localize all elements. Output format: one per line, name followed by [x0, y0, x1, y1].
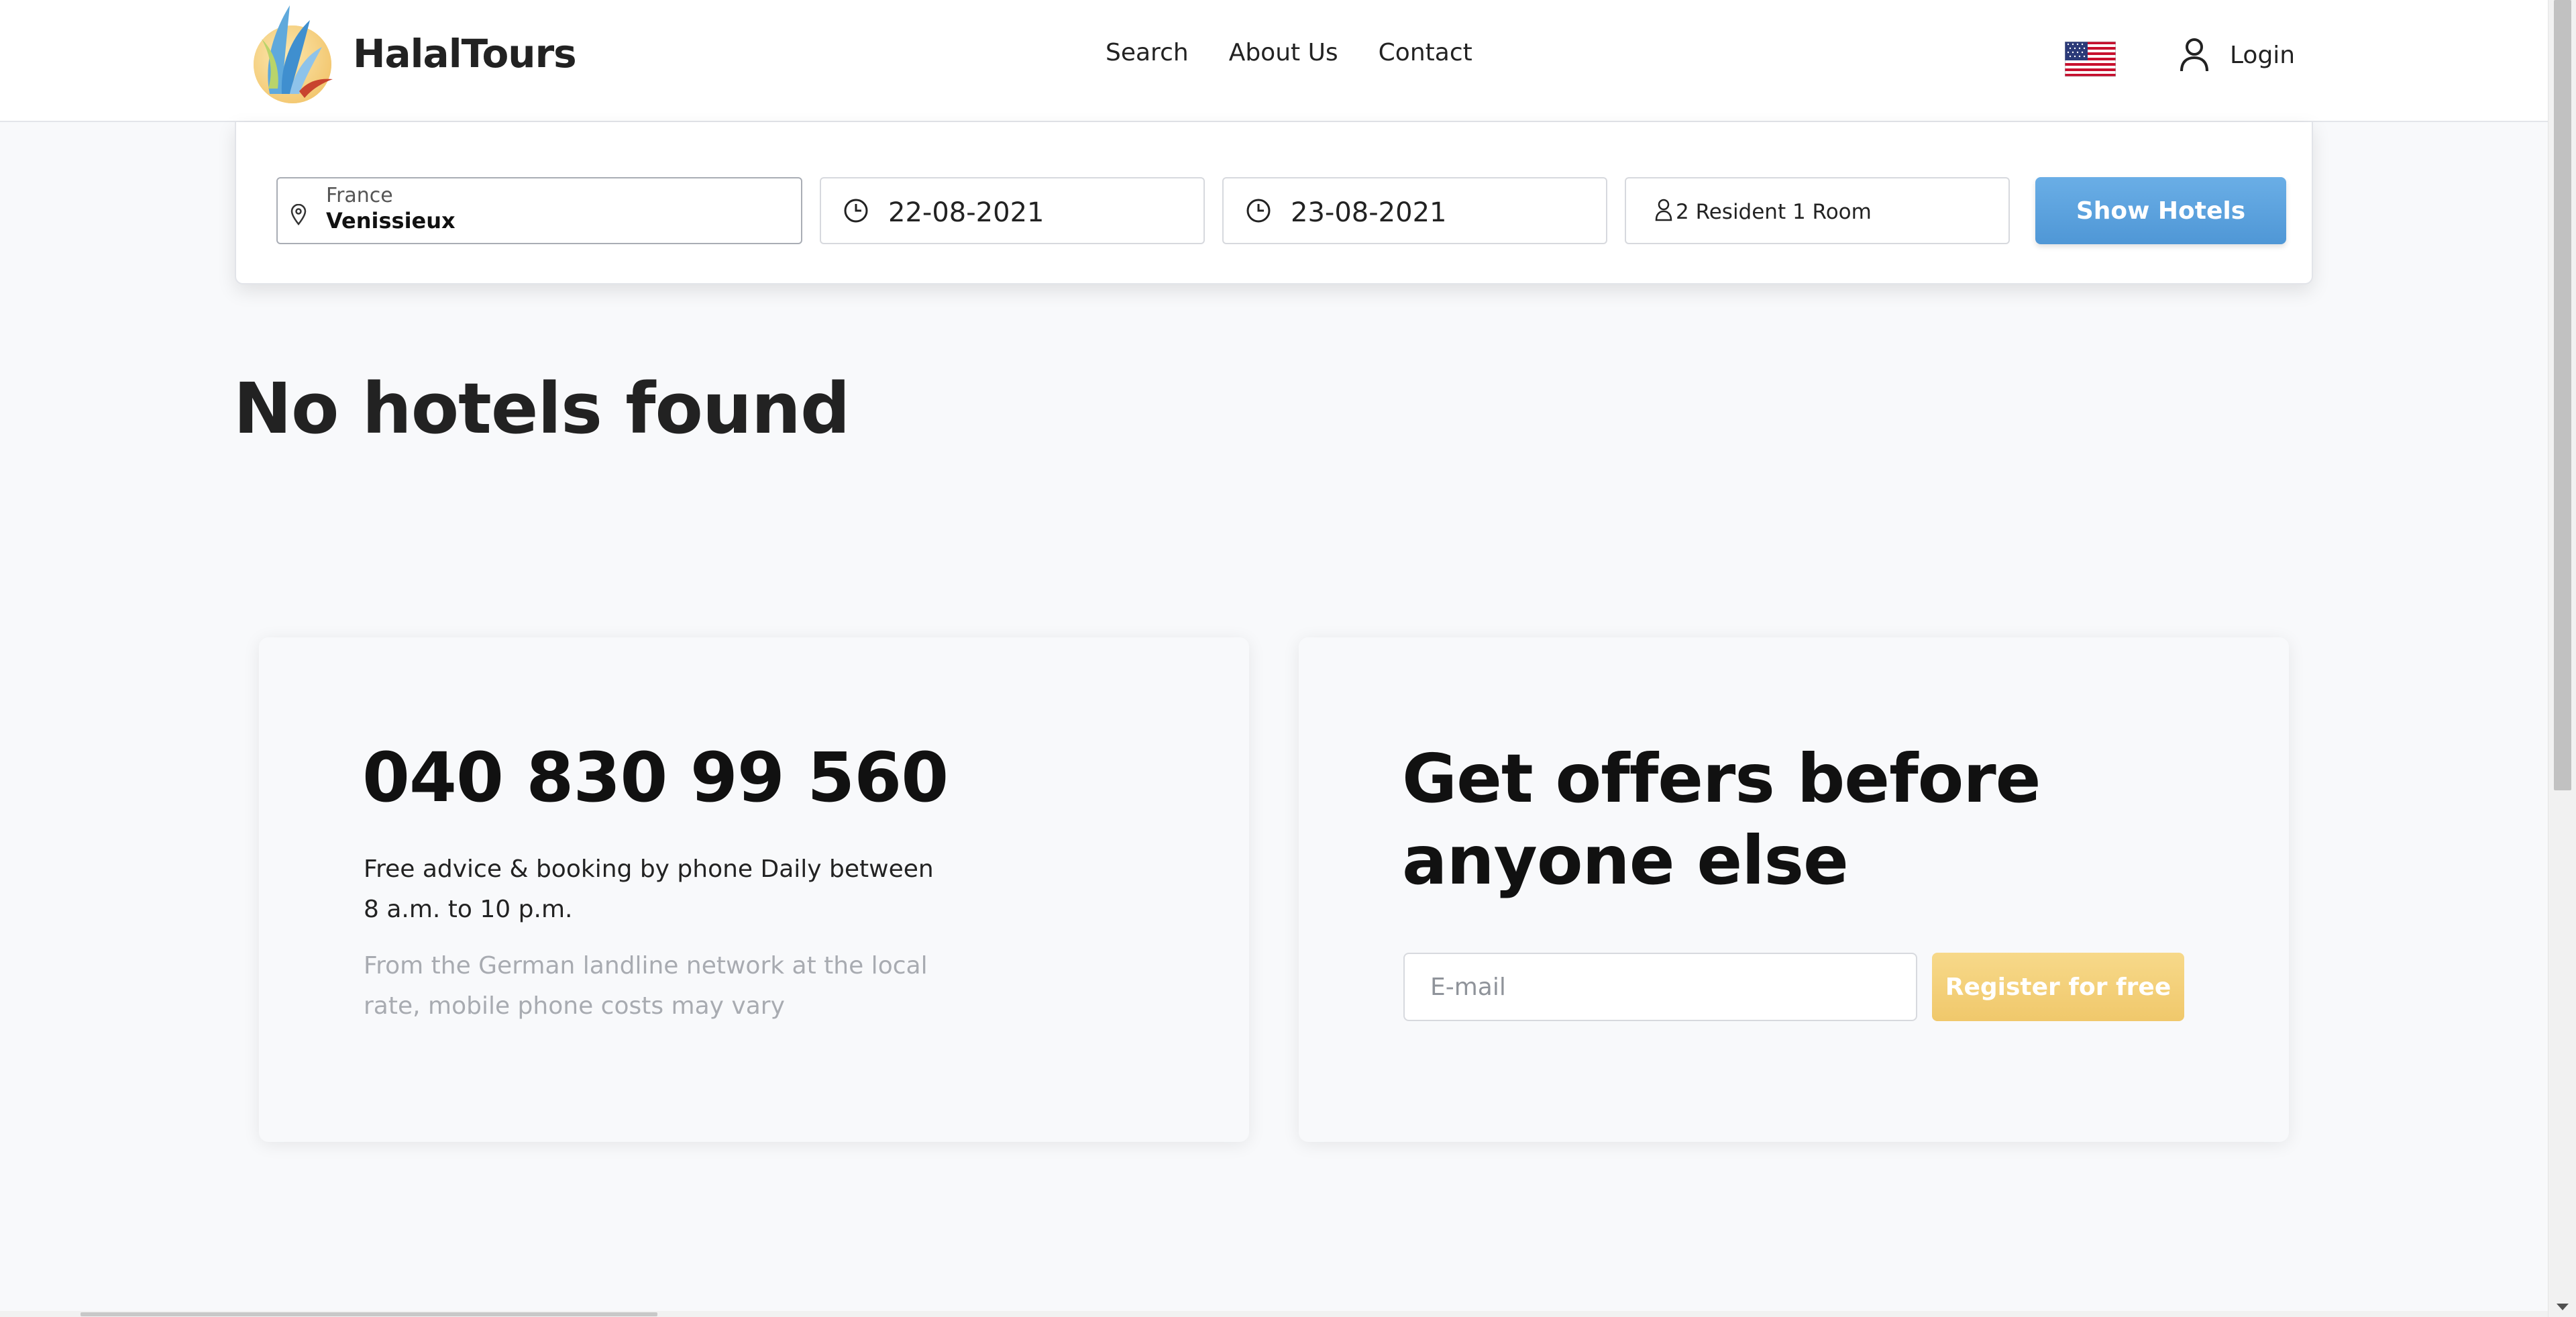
us-flag-icon[interactable] [2065, 42, 2116, 76]
show-hotels-button[interactable]: Show Hotels [2035, 177, 2286, 244]
newsletter-card: Get offers before anyone else Register f… [1299, 637, 2289, 1142]
login-label: Login [2230, 41, 2296, 69]
horizontal-scrollbar-thumb[interactable] [80, 1312, 657, 1316]
halaltours-logo-icon [254, 5, 333, 103]
clock-icon [844, 199, 868, 223]
person-icon [1655, 199, 1672, 221]
no-results-heading: No hotels found [233, 368, 850, 450]
checkin-date: 22-08-2021 [888, 197, 1044, 228]
vertical-scrollbar-thumb[interactable] [2554, 0, 2571, 790]
hotel-search-panel: France Venissieux 22-08-2021 23-08-2021 … [235, 122, 2313, 284]
horizontal-scrollbar[interactable] [0, 1311, 2548, 1317]
phone-rate-note: From the German landline network at the … [364, 952, 928, 1020]
guests-rooms-field[interactable]: 2 Resident 1 Room [1625, 177, 2010, 244]
site-header: HalalTours Search About Us Contact Login [0, 0, 2548, 122]
vertical-scrollbar[interactable] [2548, 0, 2576, 1317]
user-icon [2180, 38, 2208, 72]
phone-hours-text: Free advice & booking by phone Daily bet… [364, 855, 934, 923]
main-nav: Search About Us Contact [1106, 39, 1472, 66]
checkout-date-field[interactable]: 23-08-2021 [1222, 177, 1607, 244]
register-button[interactable]: Register for free [1932, 953, 2184, 1021]
email-input[interactable] [1403, 953, 1917, 1021]
nav-link-about-us[interactable]: About Us [1229, 39, 1338, 66]
destination-country: France [326, 184, 393, 207]
guests-rooms-value: 2 Resident 1 Room [1676, 200, 1872, 224]
nav-link-search[interactable]: Search [1106, 39, 1189, 66]
brand-name: HalalTours [353, 31, 577, 76]
destination-city: Venissieux [326, 208, 455, 233]
phone-contact-card: 040 830 99 560 Free advice & booking by … [259, 637, 1249, 1142]
brand-logo[interactable]: HalalTours [243, 0, 577, 107]
login-button[interactable]: Login [2179, 38, 2295, 72]
clock-icon [1246, 199, 1271, 223]
newsletter-title: Get offers before anyone else [1402, 739, 2041, 900]
destination-field[interactable]: France Venissieux [276, 177, 802, 244]
phone-number[interactable]: 040 830 99 560 [362, 738, 949, 818]
checkin-date-field[interactable]: 22-08-2021 [820, 177, 1205, 244]
map-pin-icon [290, 204, 307, 225]
nav-link-contact[interactable]: Contact [1379, 39, 1472, 66]
checkout-date: 23-08-2021 [1291, 197, 1447, 228]
scroll-down-arrow-icon[interactable] [2555, 1302, 2570, 1312]
